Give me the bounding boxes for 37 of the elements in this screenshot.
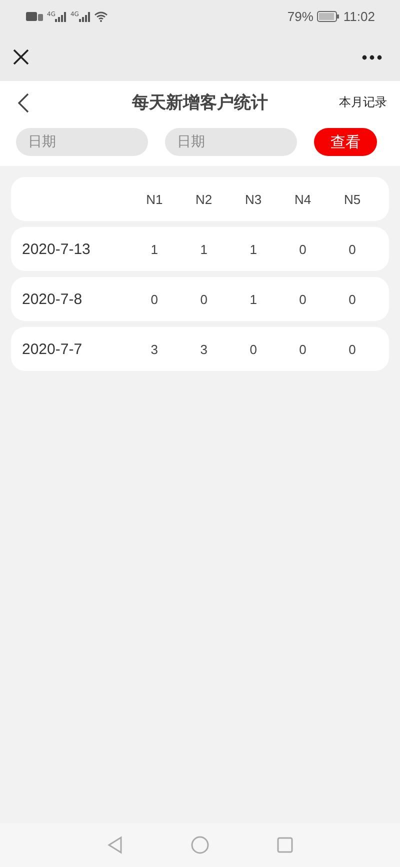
table-cell-text: 0 [348,242,357,256]
table-cell-text: 1 [150,242,159,256]
column-header: N1 [145,192,164,206]
table-cell-text: 0 [298,292,308,306]
column-header: N3 [244,192,263,206]
view-button[interactable]: 查看 [314,128,377,156]
table-cell-text: 0 [348,292,357,306]
table-cell-text: 0 [199,292,208,306]
table-cell-text: 0 [150,292,159,306]
battery-percent: 79% [287,9,314,24]
table-cell-text: 1 [199,242,208,256]
table-cell-text: 0 [348,342,357,356]
date-cell-text: 2020-7-7 [22,340,84,358]
table-cell-text: 0 [298,342,308,356]
date-cell-text: 2020-7-8 [22,290,84,308]
table-cell-text: 0 [298,242,308,256]
table-cell-text: 3 [199,342,208,356]
column-header: N2 [194,192,214,206]
month-records-link[interactable]: 本月记录 [339,94,387,111]
column-header: N5 [342,192,362,206]
back-icon[interactable] [17,92,29,112]
signal-icon [78,12,90,22]
battery-icon [317,11,340,22]
date-cell-text: 2020-7-13 [22,240,92,258]
close-icon[interactable] [13,49,29,65]
column-header: N4 [293,192,312,206]
table-cell-text: 3 [150,342,159,356]
page-title: 每天新增客户统计 [132,92,268,114]
more-icon[interactable] [362,54,382,60]
wifi-icon [94,11,108,22]
start-date-field[interactable]: 日期 [16,128,148,156]
table-cell-text: 1 [248,242,258,256]
signal-icon [55,12,66,22]
table-cell-text: 1 [248,292,258,306]
clock: 11:02 [343,9,375,24]
table-cell-text: 0 [248,342,258,356]
end-date-field[interactable]: 日期 [165,128,297,156]
